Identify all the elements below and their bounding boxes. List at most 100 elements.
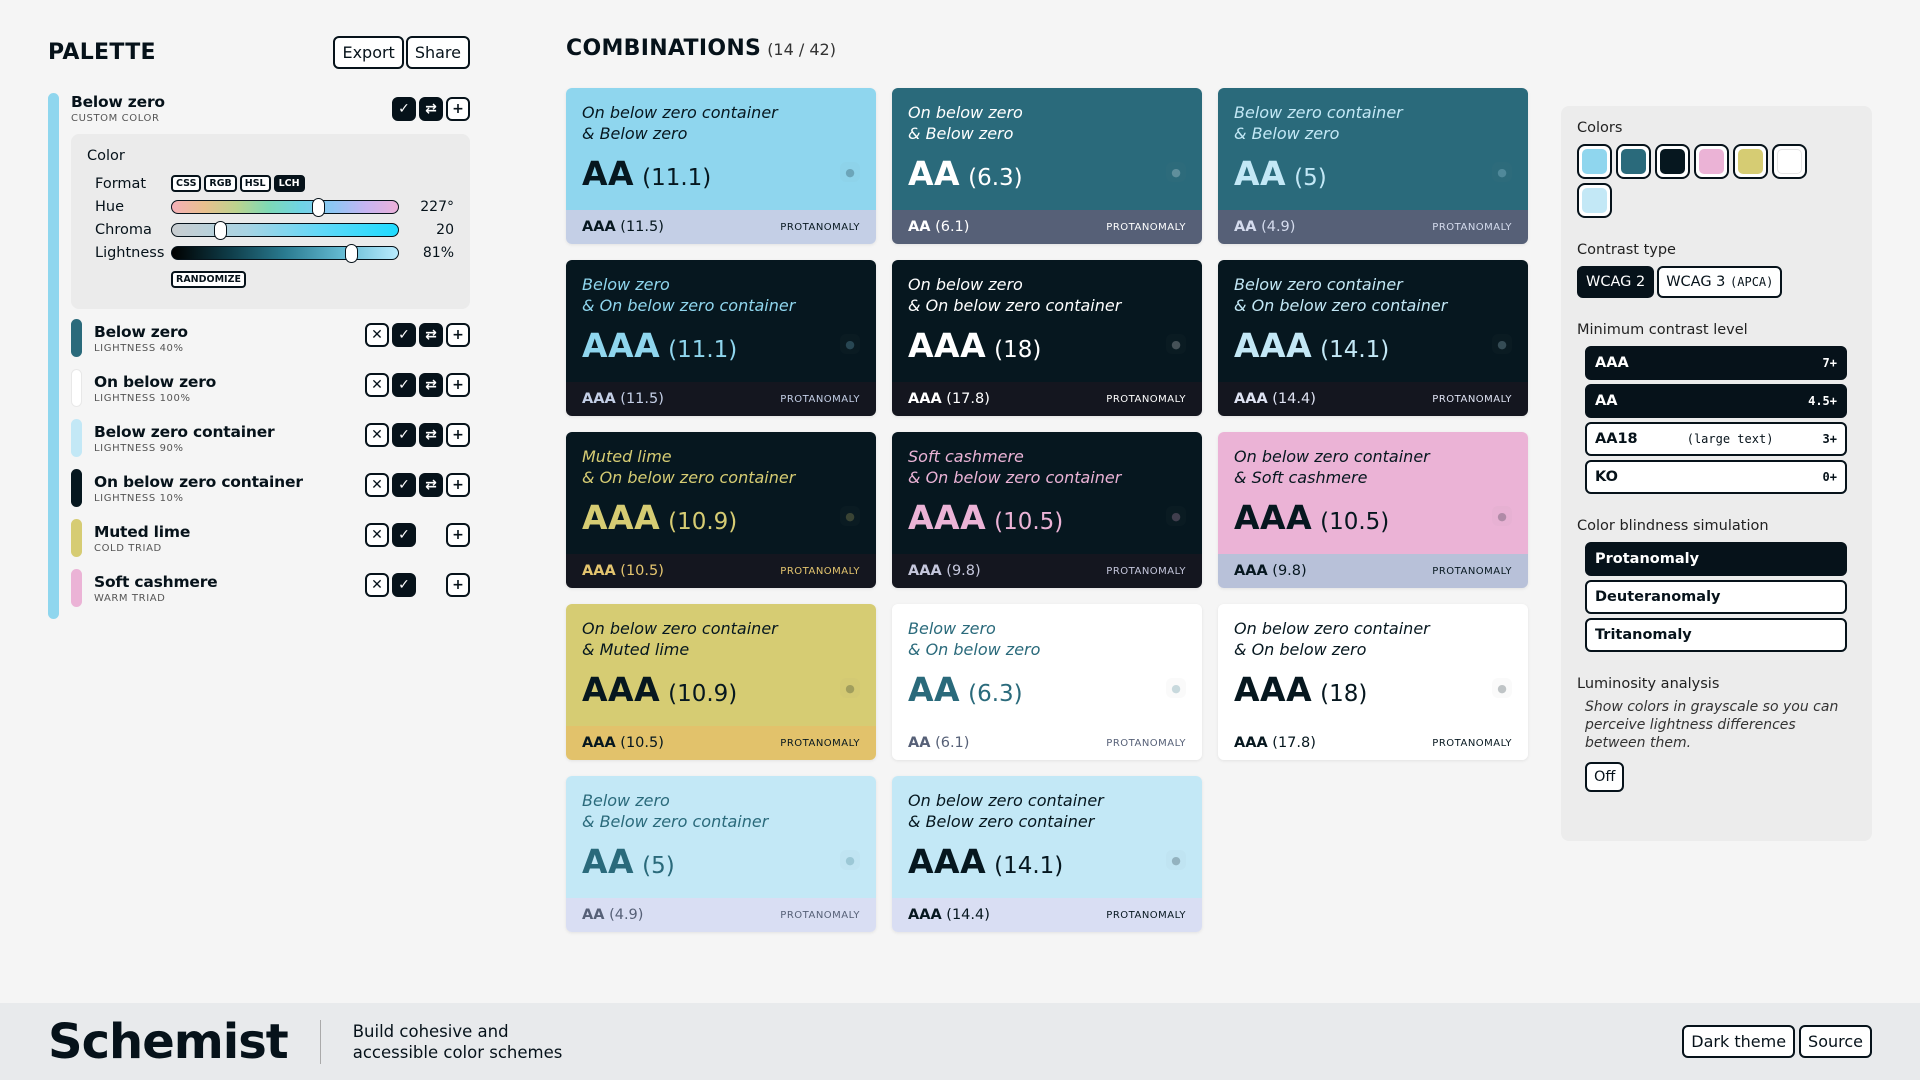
combination-card[interactable]: Muted lime & On below zero container AAA (1… [566,432,876,588]
check-icon[interactable]: ✓ [392,423,416,447]
source-button[interactable]: Source [1799,1025,1872,1058]
palette-item-name[interactable]: Soft cashmere [94,573,218,591]
remove-icon[interactable]: ✕ [365,423,389,447]
drop-icon[interactable]: ● [1166,506,1186,526]
lightness-slider[interactable] [171,243,399,263]
color-swatch[interactable] [71,319,82,357]
check-icon[interactable]: ✓ [392,523,416,547]
add-icon[interactable]: + [446,423,470,447]
remove-icon[interactable]: ✕ [365,523,389,547]
format-rgb-option[interactable]: RGB [204,175,237,192]
hue-knob[interactable] [312,197,325,217]
contrast-level-aaa[interactable]: AAA 7+ [1585,346,1847,380]
palette-item-name[interactable]: On below zero [94,373,216,391]
card-grade: AAA [582,498,661,537]
format-css-option[interactable]: CSS [171,175,202,192]
drop-icon[interactable]: ● [1492,162,1512,182]
combination-card[interactable]: Below zero container & Below zero AA (5) ● AA… [1218,88,1528,244]
drop-icon[interactable]: ● [1166,678,1186,698]
add-icon[interactable]: + [446,473,470,497]
remove-icon[interactable]: ✕ [365,373,389,397]
remove-icon[interactable]: ✕ [365,323,389,347]
combination-card[interactable]: On below zero & Below zero AA (6.3) ● AA (6.1… [892,88,1202,244]
adjust-icon[interactable]: ⇄ [419,373,443,397]
format-hsl-option[interactable]: HSL [239,175,271,192]
drop-icon[interactable]: ● [840,678,860,698]
adjust-icon[interactable]: ⇄ [419,323,443,347]
combination-card[interactable]: On below zero container & Soft cashmere AA… [1218,432,1528,588]
colorblind-option-tritanomaly[interactable]: Tritanomaly [1585,618,1847,652]
combination-card[interactable]: Below zero & Below zero container AA (5) ● AA… [566,776,876,932]
export-button[interactable]: Export [333,36,404,69]
selected-color-name[interactable]: Below zero [71,93,165,111]
color-swatch-toggle[interactable] [1577,183,1612,218]
drop-icon[interactable]: ● [1492,678,1512,698]
adjust-icon[interactable]: ⇄ [419,423,443,447]
color-swatch[interactable] [71,469,82,507]
colorblind-option-protanomaly[interactable]: Protanomaly [1585,542,1847,576]
drop-icon[interactable]: ● [1492,334,1512,354]
combination-card[interactable]: Below zero container & On below zero cont… [1218,260,1528,416]
color-swatch-toggle[interactable] [1655,144,1690,179]
colorblind-option-deuteranomaly[interactable]: Deuteranomaly [1585,580,1847,614]
combination-card[interactable]: On below zero container & Below zero cont… [892,776,1202,932]
drop-icon[interactable]: ● [840,334,860,354]
palette-item-name[interactable]: Below zero container [94,423,275,441]
color-swatch[interactable] [71,419,82,457]
drop-icon[interactable]: ● [1166,850,1186,870]
add-icon[interactable]: + [446,573,470,597]
color-swatch-toggle[interactable] [1733,144,1768,179]
hue-slider[interactable] [171,197,399,217]
drop-icon[interactable]: ● [1166,334,1186,354]
lightness-knob[interactable] [345,243,358,263]
color-swatch-toggle[interactable] [1616,144,1651,179]
drop-icon[interactable]: ● [840,506,860,526]
contrast-type-0[interactable]: WCAG 2 [1577,266,1655,298]
check-icon[interactable]: ✓ [392,97,416,121]
combination-card[interactable]: On below zero container & Muted lime AAA (1… [566,604,876,760]
add-icon[interactable]: + [446,373,470,397]
color-swatch[interactable] [71,519,82,557]
drop-icon[interactable]: ● [1492,506,1512,526]
color-swatch[interactable] [71,369,82,407]
remove-icon[interactable]: ✕ [365,573,389,597]
color-swatch-toggle[interactable] [1577,144,1612,179]
check-icon[interactable]: ✓ [392,573,416,597]
drop-icon[interactable]: ● [840,162,860,182]
contrast-level-aa[interactable]: AA 4.5+ [1585,384,1847,418]
drop-icon[interactable]: ● [1166,162,1186,182]
dark-theme-button[interactable]: Dark theme [1682,1025,1796,1058]
luminosity-toggle[interactable]: Off [1585,762,1625,792]
share-button[interactable]: Share [405,36,470,69]
check-icon[interactable]: ✓ [392,473,416,497]
adjust-icon[interactable]: ⇄ [419,97,443,121]
combination-card[interactable]: Below zero & On below zero AA (6.3) ● AA (6.1… [892,604,1202,760]
contrast-type-1[interactable]: WCAG 3 (APCA) [1657,266,1783,298]
palette-item-name[interactable]: On below zero container [94,473,303,491]
color-swatch[interactable] [71,569,82,607]
chroma-knob[interactable] [214,220,227,240]
add-icon[interactable]: + [446,323,470,347]
contrast-level-ko[interactable]: KO 0+ [1585,460,1847,494]
color-swatch-toggle[interactable] [1772,144,1807,179]
drop-icon[interactable]: ● [840,850,860,870]
add-icon[interactable]: + [446,523,470,547]
chroma-slider[interactable] [171,220,399,240]
contrast-level-aa18[interactable]: AA18 (large text) 3+ [1585,422,1847,456]
remove-icon[interactable]: ✕ [365,473,389,497]
add-icon[interactable]: + [446,97,470,121]
colorblind-label: Color blindness simulation [1577,518,1769,534]
combination-card[interactable]: On below zero container & On below zero AA… [1218,604,1528,760]
palette-item-name[interactable]: Below zero [94,323,188,341]
check-icon[interactable]: ✓ [392,323,416,347]
combination-card[interactable]: Soft cashmere & On below zero container AA… [892,432,1202,588]
palette-item-name[interactable]: Muted lime [94,523,190,541]
randomize-button[interactable]: RANDOMIZE [171,271,246,288]
adjust-icon[interactable]: ⇄ [419,473,443,497]
combination-card[interactable]: On below zero container & Below zero AA (11… [566,88,876,244]
combination-card[interactable]: On below zero & On below zero container AA… [892,260,1202,416]
format-lch-option[interactable]: LCH [273,175,305,192]
combination-card[interactable]: Below zero & On below zero container AAA (1… [566,260,876,416]
check-icon[interactable]: ✓ [392,373,416,397]
color-swatch-toggle[interactable] [1694,144,1729,179]
